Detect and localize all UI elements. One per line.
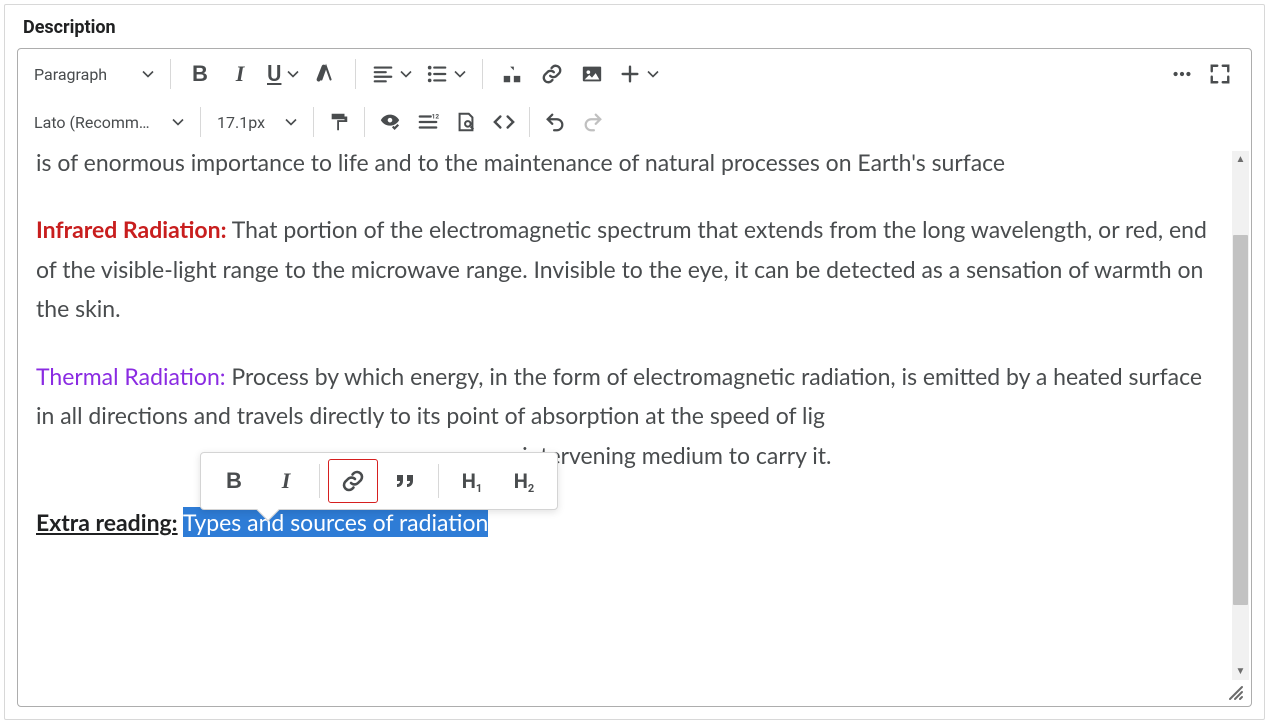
redo-button[interactable] <box>574 103 612 141</box>
more-actions-button[interactable] <box>1163 55 1201 93</box>
scroll-thumb[interactable] <box>1233 235 1248 605</box>
underline-icon: U <box>267 62 281 87</box>
ellipsis-icon <box>1171 63 1193 85</box>
chevron-down-icon <box>172 116 184 128</box>
plus-icon <box>619 63 641 85</box>
separator <box>529 107 530 137</box>
code-icon <box>493 111 515 133</box>
fullscreen-button[interactable] <box>1201 55 1239 93</box>
separator <box>170 59 171 89</box>
separator <box>313 107 314 137</box>
italic-button[interactable]: I <box>221 55 259 93</box>
insert-media-button[interactable] <box>493 55 531 93</box>
toolbar-row-2: Lato (Recomm… 17.1px <box>18 99 1251 145</box>
list-button[interactable] <box>420 55 472 93</box>
media-icon <box>501 63 523 85</box>
link-icon <box>541 63 563 85</box>
image-icon <box>581 63 603 85</box>
bullet-list-icon <box>426 63 448 85</box>
bold-button[interactable]: B <box>181 55 219 93</box>
description-label: Description <box>17 17 1252 38</box>
word-count-button[interactable]: 123 <box>409 103 447 141</box>
floating-format-toolbar: B I H1 H2 <box>200 452 558 510</box>
word-count-icon: 123 <box>417 111 439 133</box>
italic-icon: I <box>236 61 245 87</box>
eye-check-icon <box>379 111 401 133</box>
separator <box>319 464 320 498</box>
chevron-down-icon <box>647 68 659 80</box>
h1-icon: H1 <box>462 469 482 493</box>
paragraph-style-select[interactable]: Paragraph <box>24 55 164 93</box>
float-h1-button[interactable]: H1 <box>447 459 497 503</box>
infrared-heading: Infrared Radiation: <box>36 215 227 243</box>
float-h2-button[interactable]: H2 <box>499 459 549 503</box>
extra-reading-link-text[interactable]: Types and sources of radiation <box>183 507 489 537</box>
chevron-down-icon <box>287 68 299 80</box>
chevron-down-icon <box>285 116 297 128</box>
chevron-down-icon <box>400 68 412 80</box>
svg-text:123: 123 <box>432 112 439 120</box>
image-button[interactable] <box>573 55 611 93</box>
h2-icon: H2 <box>514 469 534 493</box>
float-link-button[interactable] <box>328 459 378 503</box>
format-painter-icon <box>328 111 350 133</box>
source-code-button[interactable] <box>485 103 523 141</box>
undo-button[interactable] <box>536 103 574 141</box>
extra-reading-label: Extra reading: <box>36 508 178 536</box>
chevron-down-icon <box>454 68 466 80</box>
link-icon <box>341 469 365 493</box>
scroll-down-arrow[interactable]: ▼ <box>1232 663 1249 680</box>
text-color-button[interactable] <box>307 55 345 93</box>
align-left-icon <box>372 63 394 85</box>
format-painter-button[interactable] <box>320 103 358 141</box>
separator <box>200 107 201 137</box>
italic-icon: I <box>282 468 291 494</box>
accessibility-button[interactable] <box>371 103 409 141</box>
link-button[interactable] <box>533 55 571 93</box>
thermal-heading: Thermal Radiation: <box>36 362 226 390</box>
redo-icon <box>582 111 604 133</box>
paragraph-infrared: Infrared Radiation: That portion of the … <box>36 210 1221 329</box>
separator <box>438 464 439 498</box>
toolbar-row-1: Paragraph B I U <box>18 49 1251 99</box>
font-size-select[interactable]: 17.1px <box>207 103 307 141</box>
align-button[interactable] <box>366 55 418 93</box>
editor-content-area[interactable]: and radio emissions, as well as visible … <box>18 145 1251 706</box>
separator <box>364 107 365 137</box>
font-family-value: Lato (Recomm… <box>34 113 150 132</box>
float-italic-button[interactable]: I <box>261 459 311 503</box>
bold-icon: B <box>192 61 208 87</box>
separator <box>482 59 483 89</box>
vertical-scrollbar[interactable]: ▲ ▼ <box>1232 151 1249 680</box>
bold-icon: B <box>226 468 242 494</box>
resize-handle[interactable] <box>1225 682 1247 704</box>
scroll-up-arrow[interactable]: ▲ <box>1232 151 1249 168</box>
float-bold-button[interactable]: B <box>209 459 259 503</box>
insert-more-button[interactable] <box>613 55 665 93</box>
float-blockquote-button[interactable] <box>380 459 430 503</box>
separator <box>355 59 356 89</box>
paragraph-style-value: Paragraph <box>34 65 107 84</box>
editor-frame: Paragraph B I U <box>17 48 1252 707</box>
quote-icon <box>393 469 417 493</box>
underline-button[interactable]: U <box>261 55 305 93</box>
expand-icon <box>1209 63 1231 85</box>
page-search-icon <box>455 111 477 133</box>
font-size-value: 17.1px <box>217 113 265 132</box>
preview-button[interactable] <box>447 103 485 141</box>
font-family-select[interactable]: Lato (Recomm… <box>24 103 194 141</box>
chevron-down-icon <box>142 68 154 80</box>
undo-icon <box>544 111 566 133</box>
paragraph-solar: and radio emissions, as well as visible … <box>36 145 1221 182</box>
text-color-icon <box>315 63 337 85</box>
